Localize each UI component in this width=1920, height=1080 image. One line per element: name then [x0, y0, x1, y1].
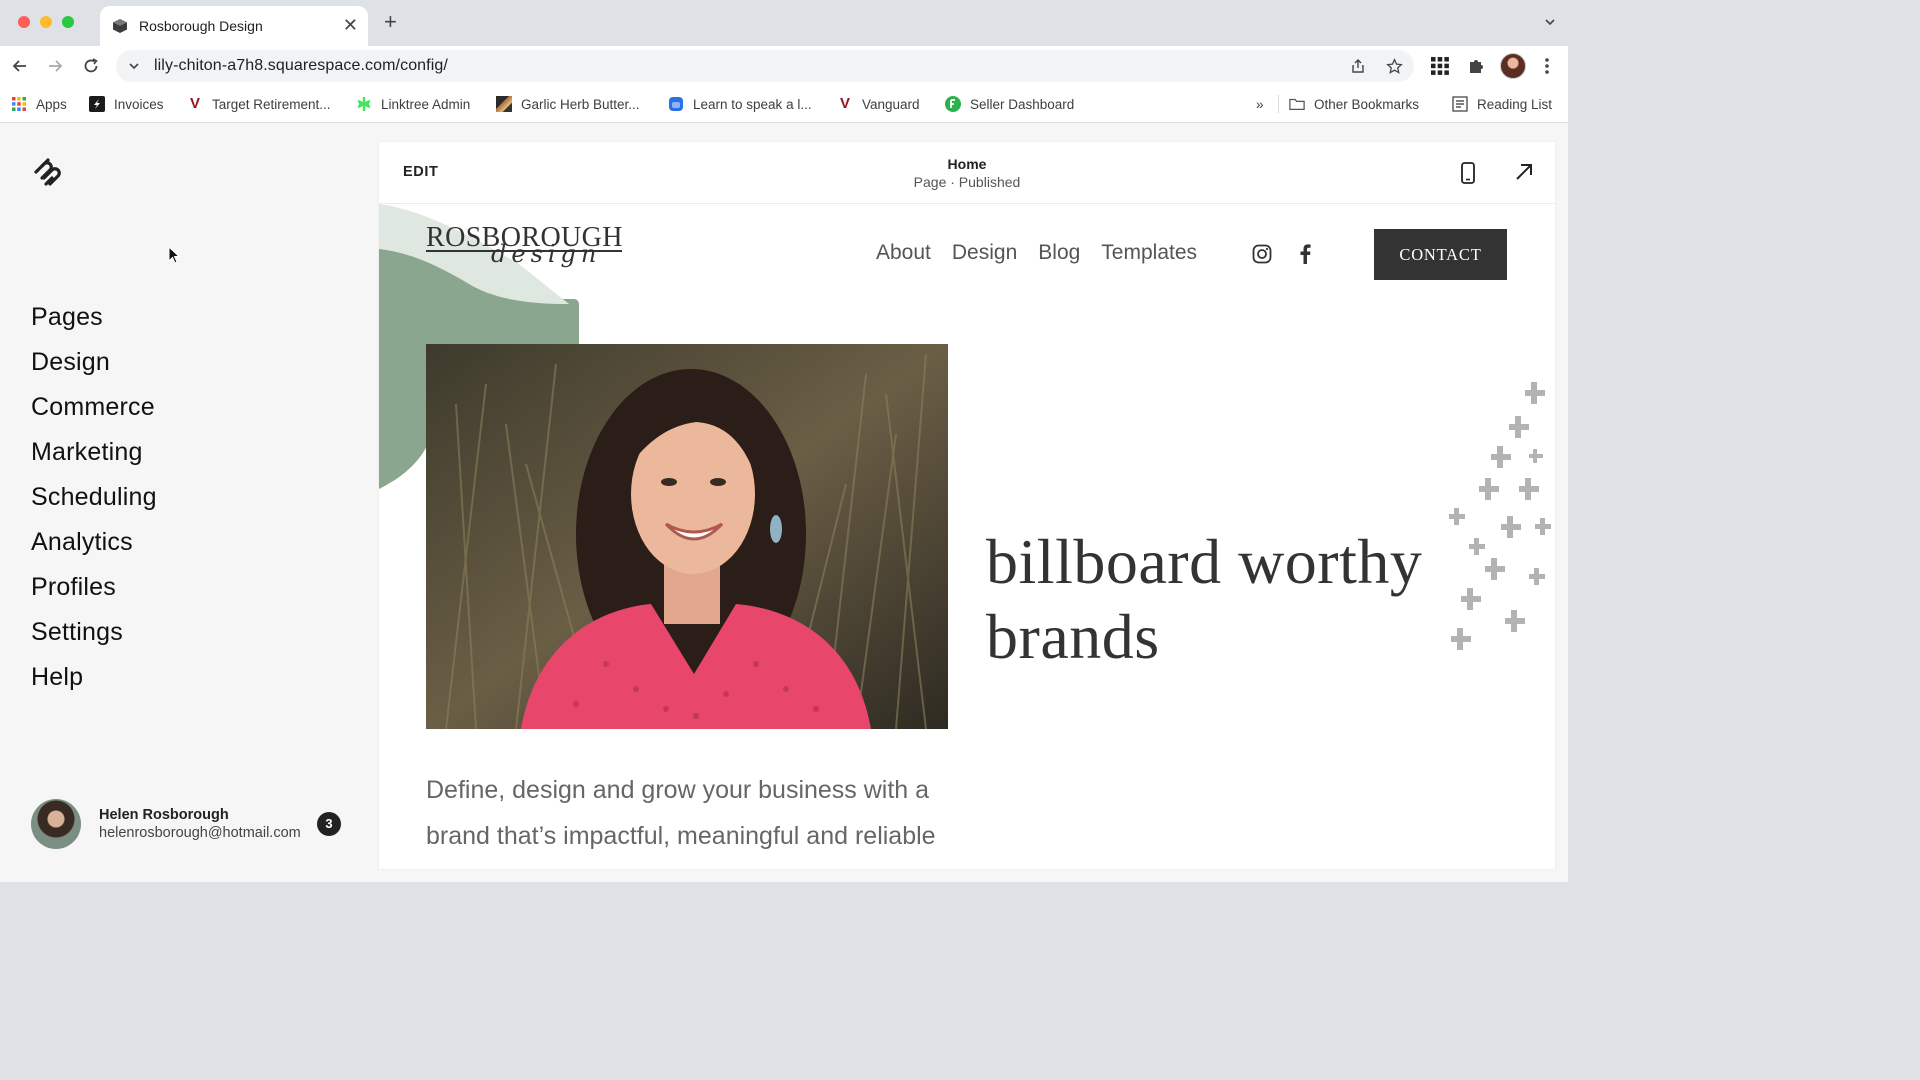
share-icon[interactable]: [1350, 58, 1366, 74]
nav-link-about[interactable]: About: [876, 241, 931, 265]
reading-list-icon: [1452, 96, 1468, 112]
instagram-icon[interactable]: [1252, 244, 1272, 264]
bookmark-label: Target Retirement...: [212, 96, 331, 112]
linktree-icon: [357, 97, 371, 111]
browser-toolbar: lily-chiton-a7h8.squarespace.com/config/: [0, 46, 1568, 86]
more-vertical-icon[interactable]: [1544, 57, 1550, 75]
bookmark-seller-dashboard[interactable]: Seller Dashboard: [945, 94, 1074, 114]
window-minimize-button[interactable]: [40, 16, 52, 28]
bookmark-star-icon[interactable]: [1386, 58, 1403, 75]
window-close-button[interactable]: [18, 16, 30, 28]
back-arrow-icon[interactable]: [10, 56, 30, 76]
squarespace-app: Pages Design Commerce Marketing Scheduli…: [0, 123, 1568, 882]
reload-icon[interactable]: [81, 56, 101, 76]
sidebar-menu: Pages Design Commerce Marketing Scheduli…: [31, 295, 157, 700]
address-bar[interactable]: lily-chiton-a7h8.squarespace.com/config/: [116, 50, 1414, 82]
hero-tagline: Define, design and grow your business wi…: [426, 776, 936, 850]
bookmark-label: Learn to speak a l...: [693, 96, 812, 112]
browser-tab-strip: Rosborough Design ✕ +: [0, 0, 1568, 46]
sidebar-item-settings[interactable]: Settings: [31, 610, 157, 655]
folder-icon: [1289, 98, 1305, 110]
other-bookmarks-folder[interactable]: Other Bookmarks: [1289, 94, 1419, 114]
apps-grid-icon: [12, 97, 26, 111]
sidebar-item-scheduling[interactable]: Scheduling: [31, 475, 157, 520]
tab-search-chevron-icon[interactable]: [1544, 16, 1556, 28]
recipe-thumb-icon: [496, 96, 512, 112]
nav-link-templates[interactable]: Templates: [1101, 241, 1197, 265]
user-name: Helen Rosborough: [99, 807, 229, 823]
bookmarks-divider: [1278, 95, 1279, 113]
bookmarks-overflow-button[interactable]: »: [1256, 94, 1264, 114]
sidebar-item-analytics[interactable]: Analytics: [31, 520, 157, 565]
sidebar-item-pages[interactable]: Pages: [31, 295, 157, 340]
bookmark-linktree-admin[interactable]: Linktree Admin: [356, 94, 470, 114]
bookmark-learn-to-speak[interactable]: Learn to speak a l...: [668, 94, 812, 114]
bookmark-target-retirement[interactable]: V Target Retirement...: [187, 94, 331, 114]
user-email: helenrosborough@hotmail.com: [99, 825, 301, 841]
bookmarks-bar: Apps Invoices V Target Retirement... Lin…: [0, 86, 1568, 123]
bookmark-garlic-herb-butter[interactable]: Garlic Herb Butter...: [496, 94, 640, 114]
bookmark-invoices[interactable]: Invoices: [89, 94, 164, 114]
duo-icon: [669, 97, 683, 111]
bookmark-label: Garlic Herb Butter...: [521, 96, 640, 112]
bookmark-label: Linktree Admin: [381, 96, 471, 112]
website-preview: ROSBOROUGH design About Design Blog Temp…: [379, 204, 1555, 869]
squarespace-favicon-icon: [113, 19, 127, 33]
mobile-preview-icon[interactable]: [1461, 162, 1475, 184]
open-external-arrow-icon[interactable]: [1514, 162, 1534, 182]
decorative-crosses: [1449, 382, 1551, 650]
tab-close-icon[interactable]: ✕: [343, 15, 358, 36]
notification-badge[interactable]: 3: [317, 812, 341, 836]
contact-button[interactable]: CONTACT: [1374, 229, 1507, 280]
url-text[interactable]: lily-chiton-a7h8.squarespace.com/config/: [154, 57, 448, 75]
vanguard-v-icon: V: [839, 95, 850, 112]
window-maximize-button[interactable]: [62, 16, 74, 28]
sidebar-item-help[interactable]: Help: [31, 655, 157, 700]
reading-list-button[interactable]: Reading List: [1452, 94, 1552, 114]
bookmark-label: Invoices: [114, 96, 164, 112]
page-editor-frame: EDIT Home Page · Published ROSBOROUGH de…: [379, 142, 1555, 869]
mouse-pointer-icon: [168, 246, 180, 264]
page-title: Home: [947, 156, 987, 172]
seller-icon: [945, 96, 961, 112]
bookmark-label: Apps: [36, 96, 67, 112]
site-info-chevron-icon[interactable]: [128, 60, 140, 72]
sidebar-item-design[interactable]: Design: [31, 340, 157, 385]
squarespace-logo-icon[interactable]: [30, 158, 64, 186]
bookmark-label: Reading List: [1477, 96, 1553, 112]
user-account[interactable]: Helen Rosborough helenrosborough@hotmail…: [31, 799, 351, 849]
bookmark-vanguard[interactable]: V Vanguard: [837, 94, 920, 114]
bookmark-apps[interactable]: Apps: [11, 94, 67, 114]
vanguard-v-icon: V: [189, 95, 200, 112]
bookmark-label: Seller Dashboard: [970, 96, 1075, 112]
sidebar-item-marketing[interactable]: Marketing: [31, 430, 157, 475]
forward-arrow-icon[interactable]: [45, 56, 65, 76]
nav-link-design[interactable]: Design: [952, 241, 1017, 265]
sidebar-item-commerce[interactable]: Commerce: [31, 385, 157, 430]
nav-link-blog[interactable]: Blog: [1038, 241, 1080, 265]
bookmark-label: Vanguard: [862, 96, 920, 112]
invoices-icon: [89, 96, 105, 112]
bookmark-label: Other Bookmarks: [1314, 96, 1420, 112]
sidebar-item-profiles[interactable]: Profiles: [31, 565, 157, 610]
extension-grid-icon[interactable]: [1431, 57, 1449, 75]
tab-title: Rosborough Design: [139, 18, 263, 34]
avatar[interactable]: [31, 799, 81, 849]
profile-avatar[interactable]: [1500, 53, 1526, 79]
extensions-puzzle-icon[interactable]: [1467, 57, 1485, 75]
site-logo-script: design: [491, 240, 602, 268]
editor-header: EDIT Home Page · Published: [379, 142, 1555, 204]
browser-tab-active[interactable]: Rosborough Design ✕: [100, 6, 368, 46]
new-tab-button[interactable]: +: [384, 11, 397, 33]
hero-portrait-image: [426, 344, 948, 729]
facebook-icon[interactable]: [1299, 244, 1311, 264]
site-navigation: About Design Blog Templates: [876, 241, 1197, 265]
page-status: Page · Published: [913, 174, 1021, 190]
